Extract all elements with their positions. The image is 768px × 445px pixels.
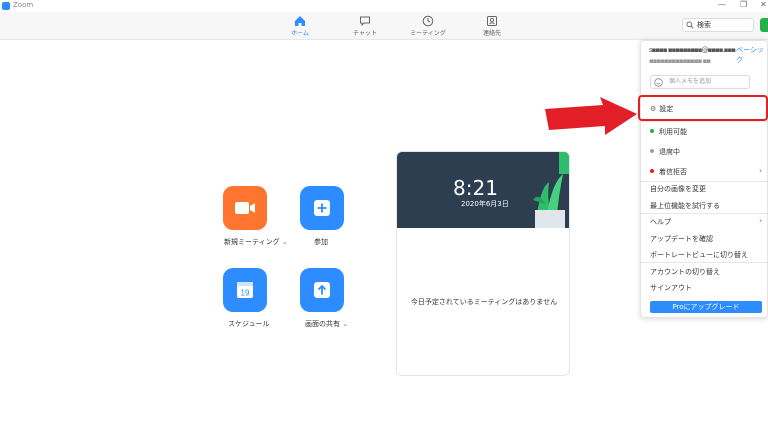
profile-name: s▪▪▪▪ ▪▪▪▪▪▪▪▪▪@▪▪▪▪.▪▪▪ [649,46,736,54]
search-input[interactable]: 検索 [682,18,754,32]
contacts-icon [487,16,497,26]
tab-home-label: ホーム [291,30,309,37]
divider [641,121,767,122]
tab-home[interactable]: ホーム [278,15,322,37]
menu-item-away[interactable]: 退席中 [650,147,680,157]
profile-email: ▪▪▪▪▪▪▪▪▪▪▪▪▪▪ ▪▪ [649,57,711,65]
tab-meetings[interactable]: ミーティング [406,15,450,37]
divider [641,262,767,263]
window-title: Zoom [13,1,34,9]
menu-item-help[interactable]: ヘルプ [650,217,671,227]
upcoming-meetings-card: 8:21 2020年6月3日 今日予定されているミーティングはありません [396,151,570,376]
search-icon [686,21,694,29]
maximize-button[interactable]: ❐ [740,0,747,9]
dnd-status-icon [650,169,654,173]
minimize-button[interactable]: — [718,0,726,9]
menu-item-sign-out[interactable]: サインアウト [650,283,692,293]
home-icon [295,16,305,26]
menu-item-try-features[interactable]: 最上位機能を試行する [650,201,720,211]
video-camera-icon [235,202,255,214]
settings-highlight-box [638,95,768,121]
top-toolbar: ホーム チャット ミーティング 連絡先 [0,12,768,40]
new-meeting-text: 新規ミーティング [224,238,280,246]
share-screen-button[interactable] [300,268,344,312]
share-arrow-icon [314,282,330,298]
smile-icon [654,78,663,87]
personal-memo-input[interactable]: 個人メモを追加 [650,75,750,89]
avatar[interactable] [760,18,768,32]
join-button[interactable] [300,186,344,230]
divider [641,213,767,214]
no-meetings-text: 今日予定されているミーティングはありません [410,298,558,306]
title-bar: Zoom — ❐ ✕ [0,0,768,12]
menu-item-check-updates[interactable]: アップデートを確認 [650,234,713,244]
profile-menu: s▪▪▪▪ ▪▪▪▪▪▪▪▪▪@▪▪▪▪.▪▪▪ ▪▪▪▪▪▪▪▪▪▪▪▪▪▪ … [640,40,768,318]
close-button[interactable]: ✕ [760,0,767,9]
tab-contacts[interactable]: 連絡先 [470,15,514,37]
plus-icon [314,200,330,216]
plan-badge[interactable]: ベーシック [736,45,767,65]
divider [641,181,767,182]
join-label: 参加 [314,238,328,246]
menu-item-change-picture[interactable]: 自分の画像を変更 [650,184,706,194]
red-arrow-icon [545,97,637,135]
menu-item-available[interactable]: 利用可能 [650,127,687,137]
menu-item-dnd[interactable]: 着信拒否 [650,167,687,177]
tab-chat[interactable]: チャット [343,15,387,37]
menu-item-available-label: 利用可能 [659,128,687,136]
upgrade-pro-button[interactable]: Proにアップグレード [650,301,762,313]
menu-item-switch-account[interactable]: アカウントの切り替え [650,267,720,277]
calendar-day: 19 [241,289,250,298]
chevron-right-icon: › [759,166,763,175]
plant-illustration-icon [533,152,569,228]
tab-contacts-label: 連絡先 [482,30,501,37]
chevron-right-icon: › [759,216,763,225]
zoom-logo-icon [2,2,10,10]
current-time: 8:21 [453,176,498,200]
calendar-header: 8:21 2020年6月3日 [397,152,569,228]
chevron-down-icon[interactable]: ⌄ [282,238,288,246]
share-screen-text: 画面の共有 [305,320,340,328]
away-status-icon [650,149,654,153]
chevron-down-icon[interactable]: ⌄ [342,320,348,328]
share-screen-label: 画面の共有 ⌄ [305,319,348,329]
new-meeting-label: 新規ミーティング ⌄ [224,237,288,247]
schedule-button[interactable]: 19 [223,268,267,312]
memo-placeholder: 個人メモを追加 [669,78,712,85]
chat-icon [360,16,370,27]
tab-chat-label: チャット [353,30,377,37]
new-meeting-button[interactable] [223,186,267,230]
menu-item-portrait-view[interactable]: ポートレートビューに切り替え [650,250,748,260]
schedule-label: スケジュール [228,320,270,328]
clock-icon [422,15,434,27]
calendar-icon: 19 [237,282,253,298]
current-date: 2020年6月3日 [461,200,509,208]
tab-meetings-label: ミーティング [410,30,446,37]
search-label: 検索 [697,21,711,29]
menu-item-dnd-label: 着信拒否 [659,168,687,176]
menu-item-away-label: 退席中 [659,148,680,156]
available-status-icon [650,129,654,133]
